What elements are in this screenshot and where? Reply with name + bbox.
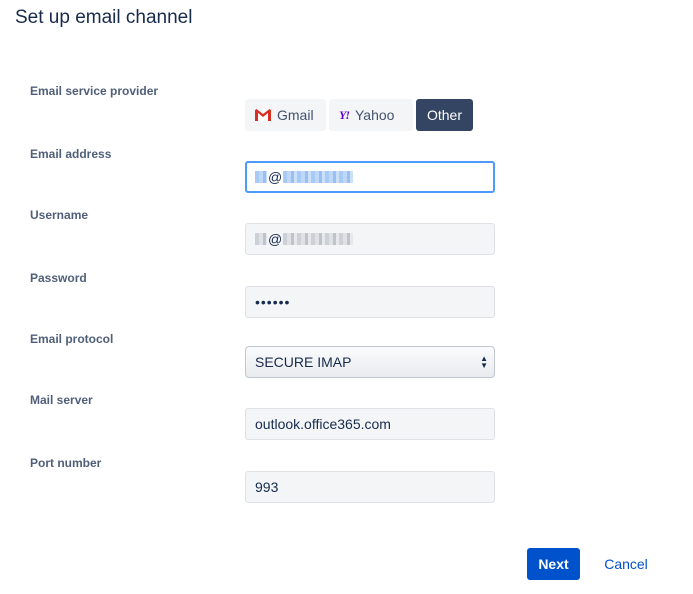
- password-label: Password: [30, 271, 87, 285]
- port-number-field[interactable]: [245, 471, 495, 503]
- gmail-provider-button[interactable]: Gmail: [245, 99, 326, 131]
- cancel-button[interactable]: Cancel: [595, 548, 657, 580]
- other-provider-button[interactable]: Other: [416, 99, 473, 131]
- email-address-field[interactable]: @: [245, 161, 495, 193]
- next-button[interactable]: Next: [527, 548, 580, 580]
- redacted-text: [283, 171, 354, 183]
- email-protocol-label: Email protocol: [30, 332, 114, 346]
- page-title: Set up email channel: [15, 7, 193, 28]
- yahoo-icon: Y!: [339, 107, 350, 122]
- redacted-text: [283, 233, 354, 245]
- gmail-icon: [255, 109, 271, 121]
- yahoo-provider-button[interactable]: Y! Yahoo: [329, 99, 413, 131]
- email-protocol-select[interactable]: SECURE IMAP ▲ ▼: [245, 346, 495, 378]
- username-label: Username: [30, 208, 89, 222]
- provider-selector: Gmail Y! Yahoo Other: [245, 99, 473, 131]
- email-protocol-value: SECURE IMAP: [255, 354, 352, 370]
- provider-label: Email service provider: [30, 84, 159, 98]
- email-address-label: Email address: [30, 147, 112, 161]
- mail-server-label: Mail server: [30, 393, 93, 407]
- email-address-value: @: [255, 169, 354, 185]
- redacted-text: [255, 171, 267, 183]
- mail-server-field[interactable]: [245, 408, 495, 440]
- password-value: ••••••: [255, 294, 291, 310]
- yahoo-label: Yahoo: [355, 107, 395, 123]
- username-value: @: [255, 231, 354, 247]
- password-field[interactable]: ••••••: [245, 286, 495, 318]
- port-number-input[interactable]: [255, 479, 485, 495]
- mail-server-input[interactable]: [255, 416, 485, 432]
- gmail-label: Gmail: [277, 107, 314, 123]
- username-field[interactable]: @: [245, 223, 495, 255]
- select-arrows-icon: ▲ ▼: [480, 354, 488, 370]
- port-number-label: Port number: [30, 456, 102, 470]
- redacted-text: [255, 233, 267, 245]
